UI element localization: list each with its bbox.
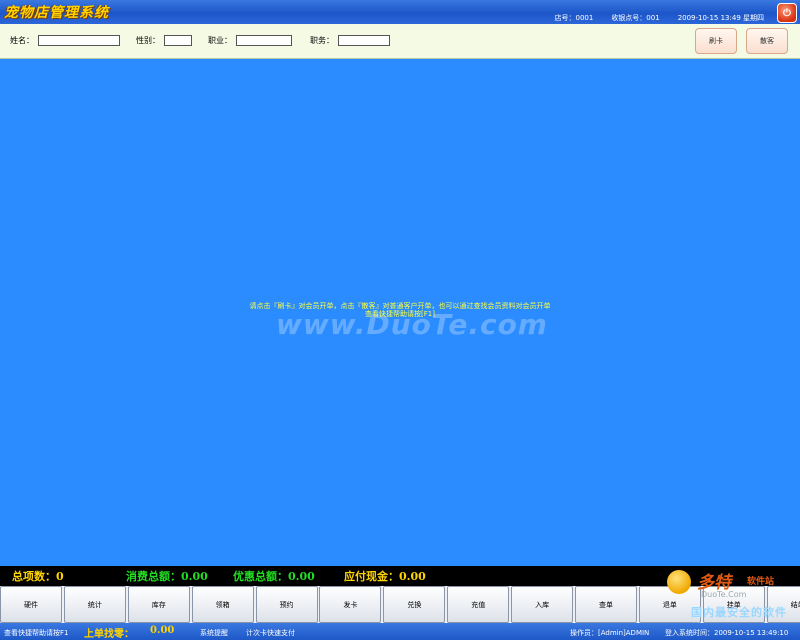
consume-value: 0.00 xyxy=(181,569,208,583)
discount-label: 优惠总额： xyxy=(233,570,288,583)
cash-value: 0.00 xyxy=(399,569,426,583)
walkin-customer-button[interactable]: 散客 xyxy=(746,28,788,54)
cash-label: 应付现金： xyxy=(344,570,399,583)
refund-order-button[interactable]: 退单 xyxy=(638,586,701,623)
current-datetime: 2009-10-15 13:49 星期四 xyxy=(677,14,764,22)
hold-order-button[interactable]: 挂单 xyxy=(702,586,765,623)
title-input[interactable] xyxy=(338,35,390,46)
cage-button[interactable]: 领箱 xyxy=(191,586,254,623)
system-reminder[interactable]: 系统提醒 xyxy=(200,628,228,638)
hardware-button[interactable]: 硬件 xyxy=(0,586,62,623)
name-input[interactable] xyxy=(38,35,120,46)
lookup-order-button[interactable]: 查单 xyxy=(575,586,638,623)
operator-info: 操作员：[Admin]ADMIN xyxy=(570,629,650,637)
discount-value: 0.00 xyxy=(288,569,315,583)
title-info: 店号：0001 收银点号：001 2009-10-15 13:49 星期四 xyxy=(554,13,764,23)
hint-message: 请点击『刷卡』对会员开单，点击『散客』对普通客户开单，也可以通过查找会员资料对会… xyxy=(0,302,800,318)
job-field-group: 职业： xyxy=(208,35,292,46)
hint-line-2: 查看快捷帮助请按[F1] xyxy=(365,310,435,318)
gender-label: 性别： xyxy=(136,36,160,45)
inventory-button[interactable]: 库存 xyxy=(127,586,190,623)
items-label: 总项数： xyxy=(12,570,56,583)
totals-bar: 总项数： 0 消费总额： 0.00 优惠总额： 0.00 应付现金： 0.00 xyxy=(0,566,800,586)
last-change-label: 上单找零： xyxy=(84,629,134,640)
items-value: 0 xyxy=(56,569,64,583)
power-icon[interactable]: ⏻ xyxy=(777,3,797,23)
gender-field-group: 性别： xyxy=(136,35,192,46)
swipe-card-button[interactable]: 刷卡 xyxy=(695,28,737,54)
stock-in-button[interactable]: 入库 xyxy=(511,586,574,623)
title-label: 职务： xyxy=(310,36,334,45)
name-label: 姓名： xyxy=(10,36,34,45)
member-search-bar: 姓名： 性别： 职业： 职务： 刷卡 散客 xyxy=(0,24,800,59)
recharge-button[interactable]: 充值 xyxy=(447,586,510,623)
job-input[interactable] xyxy=(236,35,292,46)
status-bar: 查看快捷帮助请按F1 上单找零： 0.00 系统提醒 计次卡快速支付 操作员：[… xyxy=(0,623,800,640)
store-number: 店号：0001 xyxy=(554,14,594,22)
issue-card-button[interactable]: 发卡 xyxy=(319,586,382,623)
app-title: 宠物店管理系统 xyxy=(4,5,109,21)
title-bar: 宠物店管理系统 店号：0001 收银点号：001 2009-10-15 13:4… xyxy=(0,0,800,24)
order-area: www.DuoTe.com 请点击『刷卡』对会员开单，点击『散客』对普通客户开单… xyxy=(0,59,800,566)
name-field-group: 姓名： xyxy=(10,35,120,46)
last-change-value: 0.00 xyxy=(150,625,175,636)
redeem-button[interactable]: 兑换 xyxy=(383,586,446,623)
statistics-button[interactable]: 统计 xyxy=(63,586,126,623)
job-label: 职业： xyxy=(208,36,232,45)
gender-input[interactable] xyxy=(164,35,192,46)
cashier-number: 收银点号：001 xyxy=(611,14,660,22)
help-hint: 查看快捷帮助请按F1 xyxy=(4,629,69,637)
login-time: 登入系统时间：2009-10-15 13:49:10 xyxy=(665,629,789,637)
checkout-button[interactable]: 结单 xyxy=(766,586,800,623)
title-field-group: 职务： xyxy=(310,35,390,46)
function-button-bar: 硬件 统计 库存 领箱 预约 发卡 兑换 充值 入库 查单 退单 挂单 结单 xyxy=(0,586,800,623)
consume-label: 消费总额： xyxy=(126,570,181,583)
reservation-button[interactable]: 预约 xyxy=(255,586,318,623)
hint-line-1: 请点击『刷卡』对会员开单，点击『散客』对普通客户开单，也可以通过查找会员资料对会… xyxy=(249,302,551,310)
count-card-pay[interactable]: 计次卡快速支付 xyxy=(246,628,295,638)
